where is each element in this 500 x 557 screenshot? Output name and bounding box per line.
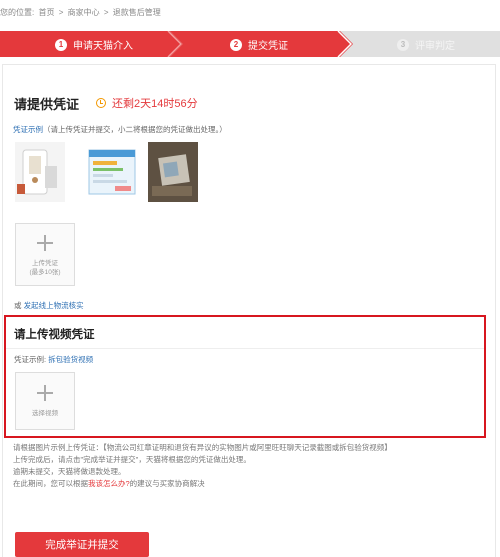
upload-evidence-button[interactable]: 上传凭证 (最多10张) — [15, 223, 75, 286]
chat-screenshot-thumbnail — [85, 142, 139, 202]
what-to-do-link[interactable]: 我该怎么办? — [88, 479, 130, 488]
breadcrumb-refund-management: 退款售后管理 — [112, 8, 161, 17]
step-apply-intervention: 1 申请天猫介入 — [55, 37, 133, 52]
step-number: 3 — [397, 38, 409, 51]
select-video-button[interactable]: 选择视频 — [15, 372, 75, 430]
note-prefix: 在此期间，您可以根据 — [13, 479, 88, 488]
step-number: 1 — [55, 38, 67, 51]
evidence-example-link[interactable]: 凭证示例 — [13, 125, 43, 134]
example-image-logistics-proof[interactable] — [15, 142, 65, 202]
progress-steps: 1 申请天猫介入 2 提交凭证 3 评审判定 — [0, 31, 500, 57]
upload-evidence-label: 上传凭证 — [32, 260, 58, 267]
evidence-example-line: 凭证示例（请上传凭证并提交，小二将根据您的凭证做出处理。） — [13, 124, 227, 135]
upload-evidence-limit: (最多10张) — [29, 269, 61, 276]
example-image-package-photo[interactable] — [148, 142, 198, 202]
logistics-verify-link[interactable]: 发起线上物流核实 — [24, 301, 84, 310]
logistics-verify-line: 或 发起线上物流核实 — [14, 300, 84, 311]
video-example-prefix: 凭证示例: — [14, 355, 47, 364]
breadcrumb-home[interactable]: 首页 — [38, 8, 54, 17]
step-number: 2 — [230, 38, 242, 51]
note-suffix: 的建议与买家协商解决 — [129, 479, 205, 488]
submit-evidence-button[interactable]: 完成举证并提交 — [15, 532, 149, 557]
step-label: 申请天猫介入 — [73, 41, 133, 52]
breadcrumb-seller-center[interactable]: 商家中心 — [68, 8, 100, 17]
video-evidence-title: 请上传视频凭证 — [14, 329, 95, 341]
logistics-proof-thumbnail — [15, 142, 65, 202]
step-label: 评审判定 — [415, 41, 455, 52]
plus-icon — [37, 235, 53, 251]
breadcrumb: 您的位置: 首页 > 商家中心 > 退款售后管理 — [0, 7, 163, 18]
divider — [6, 348, 484, 349]
step-label: 提交凭证 — [248, 41, 288, 52]
video-example-line: 凭证示例: 拆包验货视频 — [14, 354, 93, 365]
note-line: 逾期未提交，天猫将做退款处理。 — [13, 467, 126, 476]
countdown-timer: 还剩2天14时56分 — [96, 95, 198, 111]
video-evidence-section: 请上传视频凭证 凭证示例: 拆包验货视频 选择视频 — [4, 315, 486, 438]
clock-icon — [96, 98, 106, 108]
breadcrumb-separator: > — [58, 8, 64, 17]
example-image-chat-screenshot[interactable] — [85, 142, 139, 202]
breadcrumb-prefix: 您的位置: — [0, 8, 35, 17]
video-example-link[interactable]: 拆包验货视频 — [48, 355, 93, 364]
evidence-title: 请提供凭证 — [14, 97, 80, 112]
note-line: 请根据图片示例上传凭证：【物流公司红章证明和退货有异议的实物图片或阿里旺旺聊天记… — [13, 443, 392, 452]
step-review-judgment: 3 评审判定 — [397, 37, 455, 52]
breadcrumb-separator: > — [103, 8, 109, 17]
plus-icon — [37, 385, 53, 401]
package-photo-thumbnail — [148, 142, 198, 202]
or-prefix: 或 — [14, 301, 22, 310]
step-submit-evidence: 2 提交凭证 — [230, 37, 288, 52]
instructions-notes: 请根据图片示例上传凭证：【物流公司红章证明和退货有异议的实物图片或阿里旺旺聊天记… — [13, 442, 493, 490]
note-line: 上传完成后，请点击"完成举证并提交"，天猫将根据您的凭证做出处理。 — [13, 455, 251, 464]
select-video-label: 选择视频 — [32, 410, 58, 417]
countdown-text: 还剩2天14时56分 — [112, 98, 198, 110]
note-line: 在此期间，您可以根据我该怎么办?的建议与买家协商解决 — [13, 478, 493, 490]
evidence-example-note: （请上传凭证并提交，小二将根据您的凭证做出处理。） — [43, 125, 227, 134]
